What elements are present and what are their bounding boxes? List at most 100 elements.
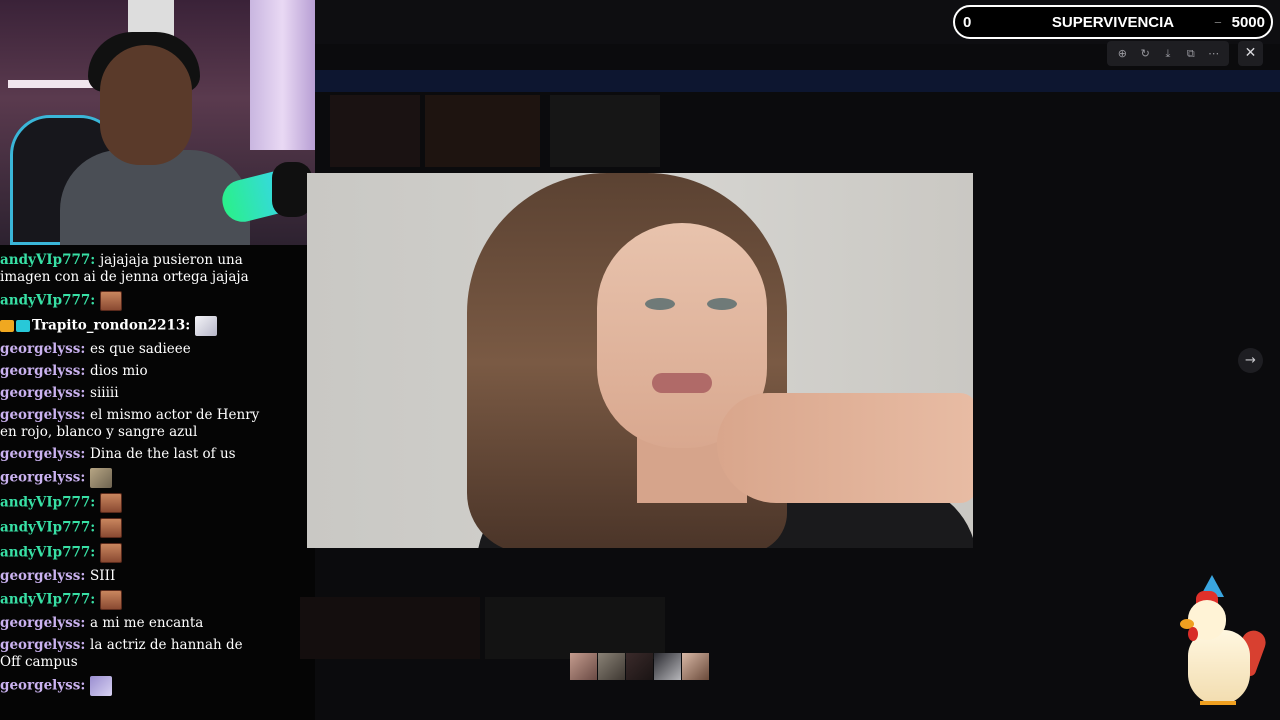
webcam-curtain xyxy=(250,0,315,150)
chat-message: andyVIp777: jajajaja pusieron una imagen… xyxy=(0,252,300,286)
chat-username[interactable]: georgelyss xyxy=(0,341,80,357)
chat-text: es que sadieee xyxy=(90,341,191,357)
chat-username[interactable]: andyVIp777 xyxy=(0,545,90,561)
chat-username[interactable]: georgelyss xyxy=(0,407,80,423)
chat-username[interactable]: andyVIp777 xyxy=(0,293,90,309)
chat-text: dios mio xyxy=(90,363,148,379)
chat-username[interactable]: georgelyss xyxy=(0,385,80,401)
background-thumbnail xyxy=(300,597,480,659)
background-thumbnail xyxy=(330,95,420,167)
chat-separator: : xyxy=(80,615,91,631)
background-thumbnail xyxy=(485,597,665,659)
main-image xyxy=(307,173,973,548)
chat-message: Trapito_rondon2213: xyxy=(0,316,300,336)
chat-message: georgelyss: la actriz de hannah de Off c… xyxy=(0,637,300,671)
face-emote-icon xyxy=(99,493,122,513)
chat-separator: : xyxy=(90,591,100,608)
survival-title: SUPERVIVENCIA xyxy=(1051,14,1175,31)
frame-emote-icon xyxy=(90,676,113,696)
chat-separator: : xyxy=(90,519,100,536)
chat-username[interactable]: georgelyss xyxy=(0,446,80,462)
photo-emote-icon xyxy=(90,468,113,488)
chat-message: georgelyss: siiiii xyxy=(0,385,300,402)
chat-separator: : xyxy=(80,363,91,379)
chat-separator: : xyxy=(90,544,100,561)
chat-message: georgelyss: es que sadieee xyxy=(0,341,300,358)
chat-username[interactable]: andyVIp777 xyxy=(0,520,90,536)
thumbnail[interactable] xyxy=(570,653,597,680)
chat-text: SIII xyxy=(90,568,116,584)
chat-separator: : xyxy=(185,317,195,334)
chat-username[interactable]: georgelyss xyxy=(0,568,80,584)
close-viewer-button[interactable]: ✕ xyxy=(1238,41,1263,66)
thumbnail[interactable] xyxy=(626,653,653,680)
cyan-badge xyxy=(16,320,30,332)
rooster-legs xyxy=(1200,701,1236,711)
chat-message: georgelyss: xyxy=(0,676,300,696)
webcam-shelf xyxy=(8,80,98,88)
face-emote-icon xyxy=(99,543,122,563)
crown-badge xyxy=(0,320,14,332)
chat-message: georgelyss: el mismo actor de Henry en r… xyxy=(0,407,300,441)
chat-separator: : xyxy=(80,385,91,401)
survival-counter: 0 SUPERVIVENCIA _ 5000 xyxy=(953,5,1273,39)
chat-username[interactable]: Trapito_rondon2213 xyxy=(32,318,185,334)
download-icon[interactable]: ⤓ xyxy=(1159,47,1177,61)
survival-dash: _ xyxy=(1214,12,1221,24)
chat-separator: : xyxy=(90,292,100,309)
chat-username[interactable]: georgelyss xyxy=(0,363,80,379)
chat-username[interactable]: georgelyss xyxy=(0,637,80,653)
chat-message: andyVIp777: xyxy=(0,518,300,538)
chat-separator: : xyxy=(90,252,100,268)
chat-username[interactable]: georgelyss xyxy=(0,470,80,486)
chat-overlay: andyVIp777: jajajaja pusieron una imagen… xyxy=(0,252,300,701)
chat-separator: : xyxy=(80,469,91,486)
chat-text: a mi me encanta xyxy=(90,615,204,631)
face-emote-icon xyxy=(99,518,122,538)
more-icon[interactable]: ⋯ xyxy=(1205,47,1223,60)
chat-username[interactable]: georgelyss xyxy=(0,678,80,694)
chat-message: georgelyss: a mi me encanta xyxy=(0,615,300,632)
chat-text: siiiii xyxy=(90,385,119,401)
face-emote-icon xyxy=(99,590,122,610)
survival-right-value: 5000 xyxy=(1231,14,1265,31)
chat-separator: : xyxy=(80,568,91,584)
zoom-in-icon[interactable]: ⊕ xyxy=(1113,47,1131,60)
chat-username[interactable]: georgelyss xyxy=(0,615,80,631)
chat-message: andyVIp777: xyxy=(0,291,300,311)
chat-message: andyVIp777: xyxy=(0,590,300,610)
background-banner xyxy=(315,70,1280,92)
thumbnail[interactable] xyxy=(682,653,709,680)
thumbnail-strip xyxy=(570,653,709,680)
webcam-overlay xyxy=(0,0,315,245)
chat-message: andyVIp777: xyxy=(0,493,300,513)
image-lips xyxy=(652,373,712,393)
chat-username[interactable]: andyVIp777 xyxy=(0,252,90,268)
chat-text: Dina de the last of us xyxy=(90,446,236,462)
chat-separator: : xyxy=(80,407,91,423)
thumbnail[interactable] xyxy=(598,653,625,680)
webcam-poster xyxy=(128,0,174,36)
chat-username[interactable]: andyVIp777 xyxy=(0,495,90,511)
chat-separator: : xyxy=(80,341,91,357)
chat-username[interactable]: andyVIp777 xyxy=(0,592,90,608)
chat-message: andyVIp777: xyxy=(0,543,300,563)
rooster-body xyxy=(1188,630,1250,705)
chat-message: georgelyss: xyxy=(0,468,300,488)
image-eye-left xyxy=(645,298,675,310)
rotate-icon[interactable]: ↻ xyxy=(1136,47,1154,60)
cat-emote-icon xyxy=(194,316,217,336)
image-hand xyxy=(717,393,973,503)
chat-separator: : xyxy=(90,494,100,511)
open-external-icon[interactable]: ⧉ xyxy=(1182,47,1200,61)
chat-separator: : xyxy=(80,637,91,653)
thumbnail[interactable] xyxy=(654,653,681,680)
streamer-head xyxy=(100,45,192,165)
image-eye-right xyxy=(707,298,737,310)
next-image-button[interactable]: → xyxy=(1238,348,1263,373)
background-thumbnail xyxy=(550,95,660,167)
chat-separator: : xyxy=(80,446,91,462)
background-thumbnail xyxy=(425,95,540,167)
chat-separator: : xyxy=(80,677,91,694)
viewer-toolbar: ⊕ ↻ ⤓ ⧉ ⋯ xyxy=(1107,41,1229,66)
